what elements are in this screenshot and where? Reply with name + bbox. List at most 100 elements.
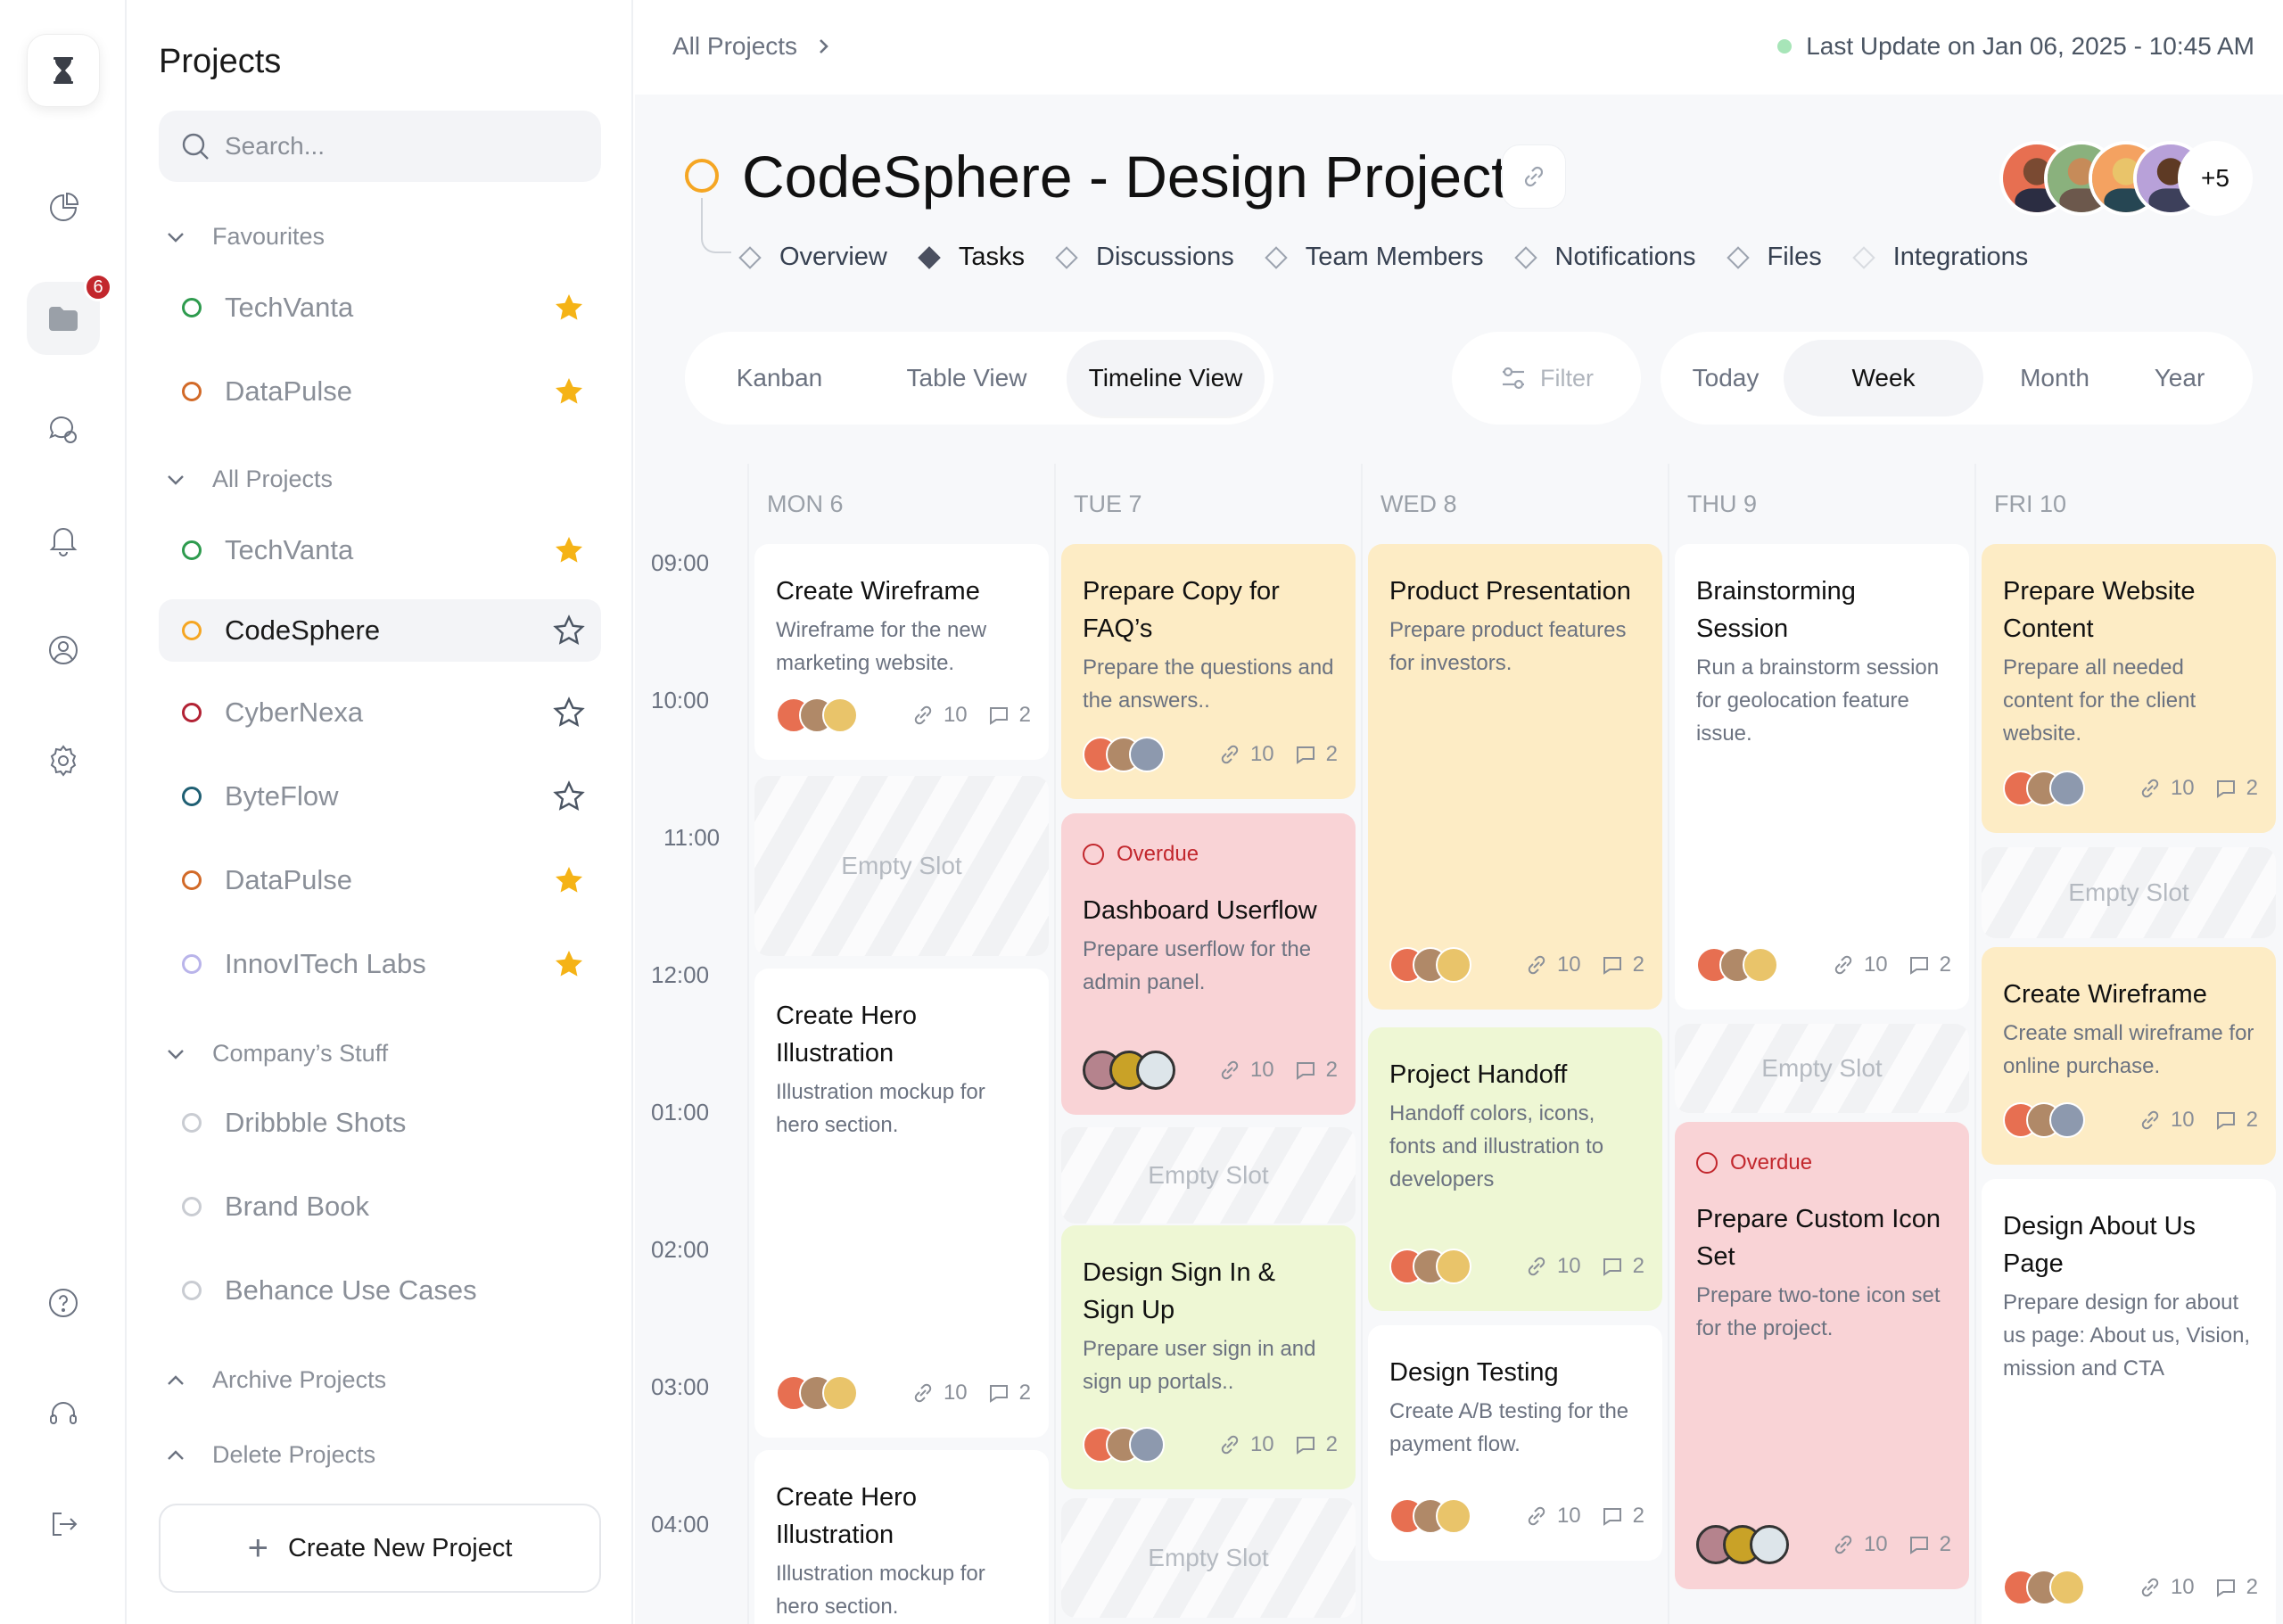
tab-tasks[interactable]: Tasks <box>918 243 1025 272</box>
star-filled-icon[interactable] <box>553 948 585 980</box>
star-outline-icon[interactable] <box>553 780 585 812</box>
task-card[interactable]: Design About Us Page Prepare design for … <box>1982 1179 2276 1624</box>
tab-files[interactable]: Files <box>1726 243 1822 272</box>
empty-slot[interactable]: Empty Slot <box>1061 1127 1356 1224</box>
sidebar-item-brand-book[interactable]: Brand Book <box>159 1175 601 1238</box>
task-card[interactable]: Create Wireframe Create small wireframe … <box>1982 947 2276 1165</box>
task-card[interactable]: Create Hero Illustration Illustration mo… <box>754 1450 1049 1624</box>
sidebar-item-techvanta-fav[interactable]: TechVanta <box>159 276 601 339</box>
copy-link-button[interactable] <box>1502 144 1566 209</box>
tab-label: Notifications <box>1554 243 1696 271</box>
rail-chat[interactable] <box>27 392 100 466</box>
link-icon <box>914 1383 932 1403</box>
empty-slot[interactable]: Empty Slot <box>1061 1498 1356 1618</box>
task-card-overdue[interactable]: Overdue Dashboard Userflow Prepare userf… <box>1061 813 1356 1115</box>
task-card[interactable]: Design Testing Create A/B testing for th… <box>1368 1325 1662 1561</box>
task-card[interactable]: Brainstorming Session Run a brainstorm s… <box>1675 544 1969 1010</box>
range-month[interactable]: Month <box>1983 340 2126 416</box>
task-meta: 10 2 <box>1525 1254 1644 1279</box>
rail-support[interactable] <box>27 1377 100 1450</box>
group-archive[interactable]: Archive Projects <box>162 1366 386 1394</box>
group-all-projects[interactable]: All Projects <box>162 466 333 493</box>
task-card[interactable]: Prepare Copy for FAQ’s Prepare the quest… <box>1061 544 1356 799</box>
tab-notifications[interactable]: Notifications <box>1513 243 1696 272</box>
rail-settings[interactable] <box>27 724 100 797</box>
task-card[interactable]: Project Handoff Handoff colors, icons, f… <box>1368 1027 1662 1311</box>
link-count: 10 <box>1556 952 1581 977</box>
empty-slot[interactable]: Empty Slot <box>1982 847 2276 938</box>
link-count: 10 <box>1249 1058 1274 1082</box>
star-outline-icon[interactable] <box>553 614 585 647</box>
member-avatars[interactable]: +5 <box>1999 141 2253 216</box>
sidebar-item-behance[interactable]: Behance Use Cases <box>159 1259 601 1322</box>
empty-slot[interactable]: Empty Slot <box>754 776 1049 956</box>
help-icon <box>49 1289 78 1317</box>
view-kanban[interactable]: Kanban <box>692 340 867 416</box>
task-card[interactable]: Product Presentation Prepare product fea… <box>1368 544 1662 1010</box>
time-label: 12:00 <box>651 961 710 988</box>
create-project-button[interactable]: + Create New Project <box>159 1504 601 1593</box>
breadcrumb[interactable]: All Projects <box>672 32 835 61</box>
breadcrumb-label[interactable]: All Projects <box>672 32 797 61</box>
diamond-icon <box>1513 245 1537 269</box>
star-filled-icon[interactable] <box>553 864 585 896</box>
task-card[interactable]: Prepare Website Content Prepare all need… <box>1982 544 2276 833</box>
sidebar-item-datapulse[interactable]: DataPulse <box>159 849 601 911</box>
group-delete[interactable]: Delete Projects <box>162 1441 375 1469</box>
task-card-overdue[interactable]: Overdue Prepare Custom Icon Set Prepare … <box>1675 1122 1969 1589</box>
tab-team-members[interactable]: Team Members <box>1264 243 1484 272</box>
rail-help[interactable] <box>27 1266 100 1340</box>
empty-slot[interactable]: Empty Slot <box>1675 1024 1969 1113</box>
time-label: 04:00 <box>651 1511 710 1537</box>
link-icon <box>1221 745 1239 764</box>
sidebar-item-byteflow[interactable]: ByteFlow <box>159 765 601 828</box>
assignee-avatars <box>1389 1249 1471 1284</box>
project-name: DataPulse <box>225 864 353 895</box>
search-box[interactable] <box>159 111 601 182</box>
sidebar-item-codesphere[interactable]: CodeSphere <box>159 599 601 662</box>
diamond-icon <box>1264 245 1288 269</box>
task-card[interactable]: Create Wireframe Wireframe for the new m… <box>754 544 1049 760</box>
sidebar-item-dribbble[interactable]: Dribbble Shots <box>159 1092 601 1154</box>
tab-overview[interactable]: Overview <box>738 243 887 272</box>
sidebar-item-datapulse-fav[interactable]: DataPulse <box>159 360 601 423</box>
tab-label: Team Members <box>1305 243 1484 271</box>
task-card[interactable]: Create Hero Illustration Illustration mo… <box>754 969 1049 1438</box>
sidebar-item-innovitech[interactable]: InnovITech Labs <box>159 933 601 995</box>
assignee-avatars <box>2003 771 2085 806</box>
range-year[interactable]: Year <box>2126 340 2233 416</box>
rail-projects[interactable]: 6 <box>27 273 112 355</box>
day-header: FRI 10 <box>1994 490 2067 517</box>
more-members-count[interactable]: +5 <box>2178 141 2253 216</box>
last-update-text: Last Update on Jan 06, 2025 - 10:45 AM <box>1806 32 2254 60</box>
sidebar-item-cybernexa[interactable]: CyberNexa <box>159 681 601 744</box>
assignee-avatars <box>1083 1051 1175 1090</box>
rail-profile[interactable] <box>27 614 100 687</box>
tab-integrations[interactable]: Integrations <box>1852 243 2028 272</box>
star-filled-icon[interactable] <box>553 375 585 408</box>
task-card[interactable]: Design Sign In & Sign Up Prepare user si… <box>1061 1225 1356 1489</box>
view-table[interactable]: Table View <box>867 340 1067 416</box>
project-name: TechVanta <box>225 292 354 323</box>
filter-button[interactable]: Filter <box>1452 332 1641 425</box>
avatar <box>1136 1051 1175 1090</box>
logout-icon <box>53 1513 78 1536</box>
project-name: Dribbble Shots <box>225 1107 407 1138</box>
rail-notifications[interactable] <box>27 503 100 576</box>
range-today[interactable]: Today <box>1668 340 1784 416</box>
rail-analytics[interactable] <box>27 171 100 244</box>
tab-discussions[interactable]: Discussions <box>1055 243 1234 272</box>
star-outline-icon[interactable] <box>553 697 585 729</box>
star-filled-icon[interactable] <box>553 292 585 324</box>
view-timeline[interactable]: Timeline View <box>1067 340 1265 416</box>
sidebar-item-techvanta[interactable]: TechVanta <box>159 519 601 581</box>
range-week[interactable]: Week <box>1784 340 1983 416</box>
star-filled-icon[interactable] <box>553 534 585 566</box>
group-company-stuff[interactable]: Company’s Stuff <box>162 1040 388 1068</box>
rail-logout[interactable] <box>27 1488 100 1561</box>
comment-icon <box>1603 957 1621 975</box>
search-input[interactable] <box>225 132 581 161</box>
task-footer: 10 2 <box>776 696 1031 735</box>
app-logo[interactable] <box>27 34 100 107</box>
group-favourites[interactable]: Favourites <box>162 223 325 251</box>
